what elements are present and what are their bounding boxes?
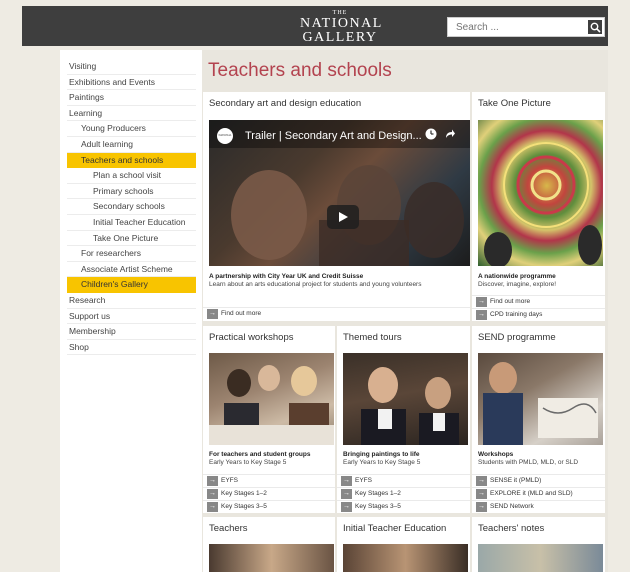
card-subtitle: A nationwide programme	[478, 273, 556, 280]
card-title: Teachers' notes	[478, 523, 545, 534]
nav-item-exhibitions-and-events[interactable]: Exhibitions and Events	[67, 75, 196, 91]
card-teachers: Teachers	[203, 517, 335, 572]
card-themed-tours: Themed tours Bringing paintings to life …	[337, 326, 470, 513]
arrow-icon: →	[476, 489, 487, 499]
nav-item-initial-teacher-education[interactable]: Initial Teacher Education	[67, 215, 196, 231]
arrow-icon: →	[476, 502, 487, 512]
arrow-icon: →	[207, 489, 218, 499]
card-title: Take One Picture	[478, 98, 551, 109]
workshop-photo	[209, 365, 334, 445]
arrow-icon: →	[476, 476, 487, 486]
nav-item-primary-schools[interactable]: Primary schools	[67, 184, 196, 200]
site-header: THE NATIONAL GALLERY	[22, 6, 608, 46]
sense-it-link[interactable]: → SENSE it (PMLD)	[472, 474, 605, 486]
card-subtitle: A partnership with City Year UK and Cred…	[209, 273, 364, 280]
arrow-icon: →	[341, 489, 352, 499]
card-title: Initial Teacher Education	[343, 523, 447, 534]
card-initial-teacher-education: Initial Teacher Education	[337, 517, 470, 572]
nav-item-membership[interactable]: Membership	[67, 324, 196, 340]
themed-tours-image[interactable]	[343, 353, 468, 445]
nav-item-paintings[interactable]: Paintings	[67, 90, 196, 106]
card-description: Learn about an arts educational project …	[209, 281, 422, 288]
nav-item-shop[interactable]: Shop	[67, 340, 196, 356]
nav-item-teachers-and-schools[interactable]: Teachers and schools	[67, 152, 196, 169]
key-stages-1-2-link[interactable]: → Key Stages 1–2	[203, 487, 335, 499]
arrow-icon: →	[207, 309, 218, 319]
video-title: Trailer | Secondary Art and Design...	[245, 130, 422, 142]
eyfs-link[interactable]: → EYFS	[203, 474, 335, 486]
card-title: SEND programme	[478, 332, 556, 343]
card-description: Early Years to Key Stage 5	[209, 459, 287, 466]
card-secondary-art: Secondary art and design education NATIO…	[203, 92, 470, 321]
arrow-icon: →	[341, 476, 352, 486]
page-title: Teachers and schools	[208, 60, 392, 81]
share-icon[interactable]	[444, 128, 456, 140]
arrow-icon: →	[207, 502, 218, 512]
card-description: Early Years to Key Stage 5	[343, 459, 421, 466]
teachers-image[interactable]	[209, 544, 334, 572]
nav-item-secondary-schools[interactable]: Secondary schools	[67, 199, 196, 215]
eyfs-link[interactable]: → EYFS	[337, 474, 470, 486]
arrow-icon: →	[341, 502, 352, 512]
nav-item-plan-a-school-visit[interactable]: Plan a school visit	[67, 168, 196, 184]
ite-image[interactable]	[343, 544, 468, 572]
search-icon	[590, 22, 601, 33]
card-subtitle: For teachers and student groups	[209, 451, 311, 458]
find-out-more-link[interactable]: → Find out more	[472, 295, 605, 307]
send-network-link[interactable]: → SEND Network	[472, 500, 605, 512]
nav-item-adult-learning[interactable]: Adult learning	[67, 137, 196, 153]
teachers-notes-image[interactable]	[478, 544, 603, 572]
logo-national: NATIONAL	[300, 16, 383, 31]
card-title: Teachers	[209, 523, 248, 534]
nav-item-support-us[interactable]: Support us	[67, 309, 196, 325]
arrow-icon: →	[476, 310, 487, 320]
card-practical-workshops: Practical workshops For teachers and stu…	[203, 326, 335, 513]
logo-gallery: GALLERY	[302, 30, 378, 45]
take-one-picture-artwork	[484, 142, 602, 266]
explore-it-link[interactable]: → EXPLORE it (MLD and SLD)	[472, 487, 605, 499]
sidebar-nav: Visiting Exhibitions and Events Paintings L…	[67, 59, 196, 356]
take-one-picture-image[interactable]	[478, 120, 603, 266]
nav-item-visiting[interactable]: Visiting	[67, 59, 196, 75]
nav-item-young-producers[interactable]: Young Producers	[67, 121, 196, 137]
key-stages-3-5-link[interactable]: → Key Stages 3–5	[337, 500, 470, 512]
video-player[interactable]: NATIONAL GALLERY Trailer | Secondary Art…	[209, 120, 470, 266]
card-title: Themed tours	[343, 332, 402, 343]
national-gallery-logo[interactable]: THE NATIONAL GALLERY	[300, 10, 383, 45]
key-stages-3-5-link[interactable]: → Key Stages 3–5	[203, 500, 335, 512]
nav-item-associate-artist-scheme[interactable]: Associate Artist Scheme	[67, 262, 196, 278]
arrow-icon: →	[476, 297, 487, 307]
search-button[interactable]	[587, 19, 603, 35]
card-subtitle: Bringing paintings to life	[343, 451, 420, 458]
play-button[interactable]	[327, 205, 359, 229]
card-take-one-picture: Take One Picture A nationwide programme …	[472, 92, 605, 321]
clock-icon[interactable]	[425, 128, 437, 140]
card-description: Students with PMLD, MLD, or SLD	[478, 459, 579, 466]
card-subtitle: Workshops	[478, 451, 514, 458]
card-teachers-notes: Teachers' notes	[472, 517, 605, 572]
nav-item-children-s-gallery[interactable]: Children's Gallery	[67, 277, 196, 293]
cpd-training-days-link[interactable]: → CPD training days	[472, 308, 605, 320]
arrow-icon: →	[207, 476, 218, 486]
key-stages-1-2-link[interactable]: → Key Stages 1–2	[337, 487, 470, 499]
nav-item-for-researchers[interactable]: For researchers	[67, 246, 196, 262]
video-channel-badge: NATIONAL GALLERY	[217, 128, 233, 144]
card-description: Discover, imagine, explore!	[478, 281, 557, 288]
nav-item-research[interactable]: Research	[67, 293, 196, 309]
find-out-more-link[interactable]: → Find out more	[203, 307, 470, 319]
card-title: Practical workshops	[209, 332, 294, 343]
nav-item-learning[interactable]: Learning	[67, 106, 196, 122]
card-send-programme: SEND programme Workshops Students with P…	[472, 326, 605, 513]
practical-workshops-image[interactable]	[209, 353, 334, 445]
send-photo	[483, 362, 598, 445]
tour-photo	[361, 367, 459, 445]
card-title: Secondary art and design education	[209, 98, 362, 109]
search-input[interactable]	[448, 18, 584, 36]
search-box	[447, 17, 605, 37]
send-programme-image[interactable]	[478, 353, 603, 445]
nav-item-take-one-picture[interactable]: Take One Picture	[67, 231, 196, 247]
